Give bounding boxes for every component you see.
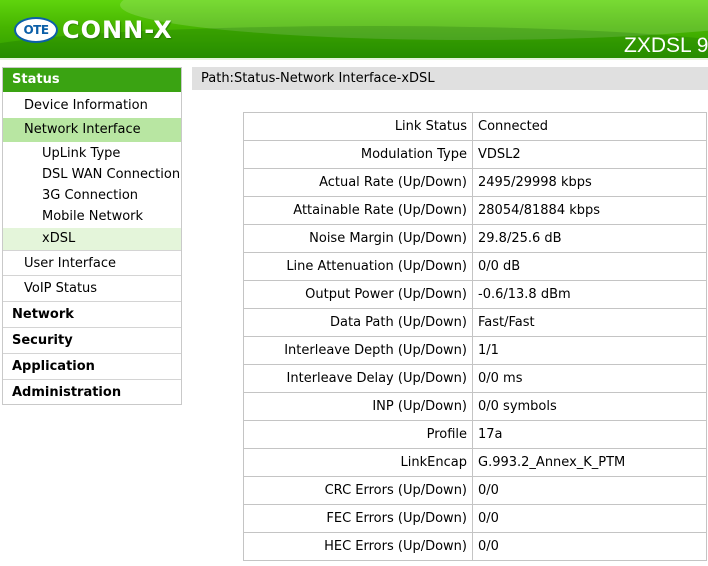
table-row: Line Attenuation (Up/Down) 0/0 dB xyxy=(243,252,707,281)
nav-network-interface[interactable]: Network Interface xyxy=(3,118,181,142)
nav-application[interactable]: Application xyxy=(3,355,181,379)
row-label: Output Power (Up/Down) xyxy=(243,280,473,309)
row-value: 0/0 ms xyxy=(472,364,707,393)
row-label: FEC Errors (Up/Down) xyxy=(243,504,473,533)
row-value: 17a xyxy=(472,420,707,449)
nav-divider xyxy=(3,379,181,380)
row-value: VDSL2 xyxy=(472,140,707,169)
nav-device-information[interactable]: Device Information xyxy=(3,95,181,117)
ote-logo-text: OTE xyxy=(23,23,49,37)
row-value: 0/0 symbols xyxy=(472,392,707,421)
row-value: G.993.2_Annex_K_PTM xyxy=(472,448,707,477)
row-label: Modulation Type xyxy=(243,140,473,169)
table-row: Profile 17a xyxy=(243,420,707,449)
ote-logo-badge: OTE xyxy=(14,17,58,43)
table-row: Data Path (Up/Down) Fast/Fast xyxy=(243,308,707,337)
row-value: 1/1 xyxy=(472,336,707,365)
nav-administration[interactable]: Administration xyxy=(3,381,181,405)
table-row: HEC Errors (Up/Down) 0/0 xyxy=(243,532,707,561)
table-row: INP (Up/Down) 0/0 symbols xyxy=(243,392,707,421)
nav-network[interactable]: Network xyxy=(3,303,181,327)
table-row: Actual Rate (Up/Down) 2495/29998 kbps xyxy=(243,168,707,197)
nav-voip-status[interactable]: VoIP Status xyxy=(3,277,181,301)
nav-3g-connection[interactable]: 3G Connection xyxy=(3,185,181,206)
table-row: LinkEncap G.993.2_Annex_K_PTM xyxy=(243,448,707,477)
row-value: 2495/29998 kbps xyxy=(472,168,707,197)
row-label: Profile xyxy=(243,420,473,449)
row-label: CRC Errors (Up/Down) xyxy=(243,476,473,505)
table-row: Output Power (Up/Down) -0.6/13.8 dBm xyxy=(243,280,707,309)
nav-divider xyxy=(3,353,181,354)
nav-divider xyxy=(3,327,181,328)
row-label: Interleave Depth (Up/Down) xyxy=(243,336,473,365)
device-model: ZXDSL 93 xyxy=(624,34,708,57)
table-row: CRC Errors (Up/Down) 0/0 xyxy=(243,476,707,505)
nav-status[interactable]: Status xyxy=(3,68,181,92)
row-value: 28054/81884 kbps xyxy=(472,196,707,225)
row-label: LinkEncap xyxy=(243,448,473,477)
table-row: Interleave Delay (Up/Down) 0/0 ms xyxy=(243,364,707,393)
sidebar-nav: Status Device Information Network Interf… xyxy=(2,67,182,405)
nav-security[interactable]: Security xyxy=(3,329,181,353)
nav-divider xyxy=(3,301,181,302)
row-label: Data Path (Up/Down) xyxy=(243,308,473,337)
row-value: 0/0 xyxy=(472,504,707,533)
row-value: Fast/Fast xyxy=(472,308,707,337)
row-label: INP (Up/Down) xyxy=(243,392,473,421)
table-row: Modulation Type VDSL2 xyxy=(243,140,707,169)
nav-dsl-wan-connection[interactable]: DSL WAN Connection xyxy=(3,164,181,185)
nav-user-interface[interactable]: User Interface xyxy=(3,252,181,275)
header-divider xyxy=(0,58,708,60)
row-value: 0/0 xyxy=(472,476,707,505)
row-label: Noise Margin (Up/Down) xyxy=(243,224,473,253)
row-value: 0/0 dB xyxy=(472,252,707,281)
row-label: Interleave Delay (Up/Down) xyxy=(243,364,473,393)
header-banner: OTE CONN-X ZXDSL 93 xyxy=(0,0,708,60)
nav-xdsl[interactable]: xDSL xyxy=(3,228,181,250)
table-row: Link Status Connected xyxy=(243,112,707,141)
breadcrumb-path: Path:Status-Network Interface-xDSL xyxy=(192,67,708,90)
nav-mobile-network[interactable]: Mobile Network xyxy=(3,206,181,227)
conn-x-logo-text: CONN-X xyxy=(62,16,173,44)
row-label: HEC Errors (Up/Down) xyxy=(243,532,473,561)
row-value: 0/0 xyxy=(472,532,707,561)
nav-divider xyxy=(3,250,181,251)
row-value: Connected xyxy=(472,112,707,141)
row-label: Actual Rate (Up/Down) xyxy=(243,168,473,197)
row-value: -0.6/13.8 dBm xyxy=(472,280,707,309)
table-row: Noise Margin (Up/Down) 29.8/25.6 dB xyxy=(243,224,707,253)
row-label: Link Status xyxy=(243,112,473,141)
row-label: Attainable Rate (Up/Down) xyxy=(243,196,473,225)
table-row: FEC Errors (Up/Down) 0/0 xyxy=(243,504,707,533)
xdsl-status-table: Link Status Connected Modulation Type VDSL… xyxy=(243,112,707,561)
row-label: Line Attenuation (Up/Down) xyxy=(243,252,473,281)
nav-divider xyxy=(3,275,181,276)
row-value: 29.8/25.6 dB xyxy=(472,224,707,253)
table-row: Interleave Depth (Up/Down) 1/1 xyxy=(243,336,707,365)
table-row: Attainable Rate (Up/Down) 28054/81884 kbp… xyxy=(243,196,707,225)
brand-logo: OTE CONN-X xyxy=(14,15,173,45)
nav-uplink-type[interactable]: UpLink Type xyxy=(3,143,181,164)
